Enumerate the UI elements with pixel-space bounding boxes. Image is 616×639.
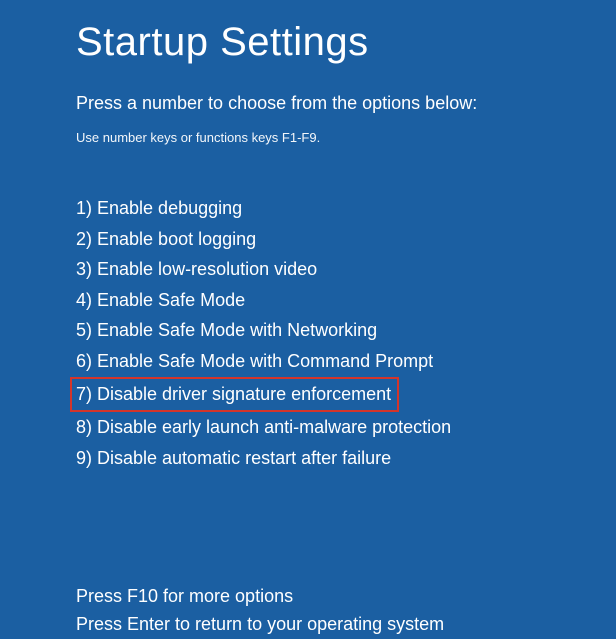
option-label-1: 1) Enable debugging: [76, 193, 242, 224]
option-label-2: 2) Enable boot logging: [76, 224, 256, 255]
option-label-7: 7) Disable driver signature enforcement: [70, 377, 399, 413]
option-row-2[interactable]: 2) Enable boot logging: [76, 224, 616, 255]
footer-more-options: Press F10 for more options: [76, 583, 616, 611]
option-label-6: 6) Enable Safe Mode with Command Prompt: [76, 346, 433, 377]
subtitle-text: Press a number to choose from the option…: [76, 93, 616, 114]
option-label-8: 8) Disable early launch anti-malware pro…: [76, 412, 451, 443]
option-row-5[interactable]: 5) Enable Safe Mode with Networking: [76, 315, 616, 346]
option-row-6[interactable]: 6) Enable Safe Mode with Command Prompt: [76, 346, 616, 377]
options-list: 1) Enable debugging2) Enable boot loggin…: [76, 193, 616, 473]
option-row-3[interactable]: 3) Enable low-resolution video: [76, 254, 616, 285]
option-row-9[interactable]: 9) Disable automatic restart after failu…: [76, 443, 616, 474]
option-row-7[interactable]: 7) Disable driver signature enforcement: [76, 377, 616, 413]
option-label-9: 9) Disable automatic restart after failu…: [76, 443, 391, 474]
option-label-5: 5) Enable Safe Mode with Networking: [76, 315, 377, 346]
option-label-4: 4) Enable Safe Mode: [76, 285, 245, 316]
hint-text: Use number keys or functions keys F1-F9.: [76, 130, 616, 145]
option-label-3: 3) Enable low-resolution video: [76, 254, 317, 285]
option-row-4[interactable]: 4) Enable Safe Mode: [76, 285, 616, 316]
page-title: Startup Settings: [76, 20, 616, 65]
option-row-1[interactable]: 1) Enable debugging: [76, 193, 616, 224]
footer-return: Press Enter to return to your operating …: [76, 611, 616, 639]
option-row-8[interactable]: 8) Disable early launch anti-malware pro…: [76, 412, 616, 443]
